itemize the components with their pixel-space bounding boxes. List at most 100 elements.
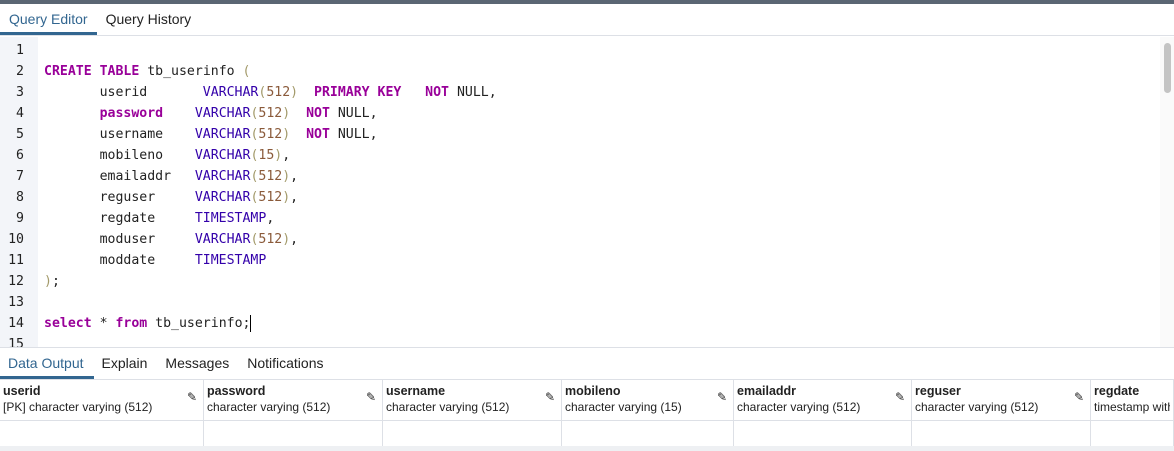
- column-name: reguser: [915, 384, 961, 398]
- line-number: 10: [8, 232, 24, 247]
- code-line: 2 CREATE TABLE tb_userinfo (: [0, 61, 1160, 82]
- code-token: NULL,: [329, 106, 378, 121]
- pencil-icon[interactable]: ✎: [187, 390, 197, 404]
- column-header-reguser[interactable]: reguser character varying (512) ✎: [912, 380, 1091, 420]
- code-token: 512: [258, 232, 283, 247]
- vertical-scrollbar[interactable]: [1160, 37, 1174, 347]
- code-token: VARCHAR: [202, 85, 259, 100]
- data-output-grid: userid [PK] character varying (512) ✎ passw…: [0, 380, 1174, 447]
- code-token: password: [99, 106, 164, 121]
- code-token: ): [282, 106, 291, 121]
- code-token: ,: [282, 148, 291, 163]
- code-line: 14 select * from tb_userinfo;: [0, 313, 1160, 334]
- code-token: 15: [258, 148, 275, 163]
- code-text: password VARCHAR(512) NOT NULL,: [44, 103, 378, 124]
- column-name: password: [207, 384, 266, 398]
- tab-messages[interactable]: Messages: [157, 349, 239, 379]
- grid-cell[interactable]: [0, 421, 204, 446]
- code-text: );: [44, 271, 60, 292]
- code-line: 10 moduser VARCHAR(512),: [0, 229, 1160, 250]
- line-number: 13: [8, 295, 24, 310]
- grid-header-row: userid [PK] character varying (512) ✎ passw…: [0, 380, 1174, 421]
- column-header-userid[interactable]: userid [PK] character varying (512) ✎: [0, 380, 204, 420]
- code-line: 11 moddate TIMESTAMP: [0, 250, 1160, 271]
- code-token: ,: [290, 232, 299, 247]
- code-text: emailaddr VARCHAR(512),: [44, 166, 299, 187]
- code-token: tb_userinfo;: [147, 316, 251, 331]
- code-token: *: [91, 316, 116, 331]
- code-token: NOT: [306, 127, 330, 142]
- tab-query-editor[interactable]: Query Editor: [0, 4, 97, 35]
- line-number: 3: [16, 85, 24, 100]
- code-token: 512: [258, 127, 283, 142]
- code-token: VARCHAR: [194, 190, 251, 205]
- code-text: CREATE TABLE tb_userinfo (: [44, 61, 250, 82]
- code-lines: 1 2 CREATE TABLE tb_userinfo (3 userid VAR…: [0, 40, 1160, 347]
- tab-notifications[interactable]: Notifications: [239, 349, 333, 379]
- pencil-icon[interactable]: ✎: [366, 390, 376, 404]
- column-header-emailaddr[interactable]: emailaddr character varying (512) ✎: [734, 380, 912, 420]
- code-line: 7 emailaddr VARCHAR(512),: [0, 166, 1160, 187]
- column-header-mobileno[interactable]: mobileno character varying (15) ✎: [562, 380, 734, 420]
- code-line: 9 regdate TIMESTAMP,: [0, 208, 1160, 229]
- code-text: select * from tb_userinfo;: [44, 313, 252, 334]
- code-token: TIMESTAMP: [194, 211, 267, 226]
- line-number: 1: [16, 43, 24, 58]
- grid-cell[interactable]: [1091, 421, 1174, 446]
- code-token: username: [44, 127, 195, 142]
- code-text: username VARCHAR(512) NOT NULL,: [44, 124, 378, 145]
- pencil-icon[interactable]: ✎: [895, 390, 905, 404]
- grid-cell[interactable]: [562, 421, 734, 446]
- tab-explain[interactable]: Explain: [94, 349, 158, 379]
- grid-cell[interactable]: [912, 421, 1091, 446]
- grid-cell[interactable]: [204, 421, 383, 446]
- code-line: 13: [0, 292, 1160, 313]
- code-token: moduser: [44, 232, 195, 247]
- code-token: VARCHAR: [194, 127, 251, 142]
- code-line: 12);: [0, 271, 1160, 292]
- code-token: ,: [290, 190, 299, 205]
- code-token: ): [44, 274, 52, 289]
- pencil-icon[interactable]: ✎: [717, 390, 727, 404]
- pencil-icon[interactable]: ✎: [1074, 390, 1084, 404]
- code-token: ): [282, 127, 291, 142]
- column-header-regdate[interactable]: regdate timestamp without time zone: [1091, 380, 1174, 420]
- code-token: select: [44, 316, 92, 331]
- tab-data-output[interactable]: Data Output: [0, 349, 94, 379]
- tab-query-history[interactable]: Query History: [97, 4, 201, 35]
- code-line: 5 username VARCHAR(512) NOT NULL,: [0, 124, 1160, 145]
- code-token: VARCHAR: [194, 106, 251, 121]
- scrollbar-thumb[interactable]: [1164, 43, 1171, 93]
- sql-editor[interactable]: 1 2 CREATE TABLE tb_userinfo (3 userid VAR…: [0, 37, 1174, 348]
- code-line: 3 userid VARCHAR(512) PRIMARY KEY NOT NU…: [0, 82, 1160, 103]
- code-token: emailaddr: [44, 169, 195, 184]
- column-type: [PK] character varying (512): [3, 400, 153, 414]
- code-token: 512: [266, 85, 291, 100]
- grid-cell[interactable]: [383, 421, 562, 446]
- code-token: moddate: [44, 253, 195, 268]
- code-token: NOT: [306, 106, 330, 121]
- code-line: 15: [0, 334, 1160, 347]
- column-header-password[interactable]: password character varying (512) ✎: [204, 380, 383, 420]
- code-text: reguser VARCHAR(512),: [44, 187, 299, 208]
- code-line: 1: [0, 40, 1160, 61]
- code-line: 6 mobileno VARCHAR(15),: [0, 145, 1160, 166]
- code-token: tb_userinfo: [139, 64, 243, 79]
- code-token: reguser: [44, 190, 195, 205]
- line-number: 5: [16, 127, 24, 142]
- grid-cell[interactable]: [734, 421, 912, 446]
- column-header-username[interactable]: username character varying (512) ✎: [383, 380, 562, 420]
- code-line: 4 password VARCHAR(512) NOT NULL,: [0, 103, 1160, 124]
- pencil-icon[interactable]: ✎: [545, 390, 555, 404]
- code-text: userid VARCHAR(512) PRIMARY KEY NOT NULL…: [44, 82, 497, 103]
- code-token: 512: [258, 106, 283, 121]
- code-token: 512: [258, 169, 283, 184]
- column-name: userid: [3, 384, 41, 398]
- code-token: NULL,: [449, 85, 497, 100]
